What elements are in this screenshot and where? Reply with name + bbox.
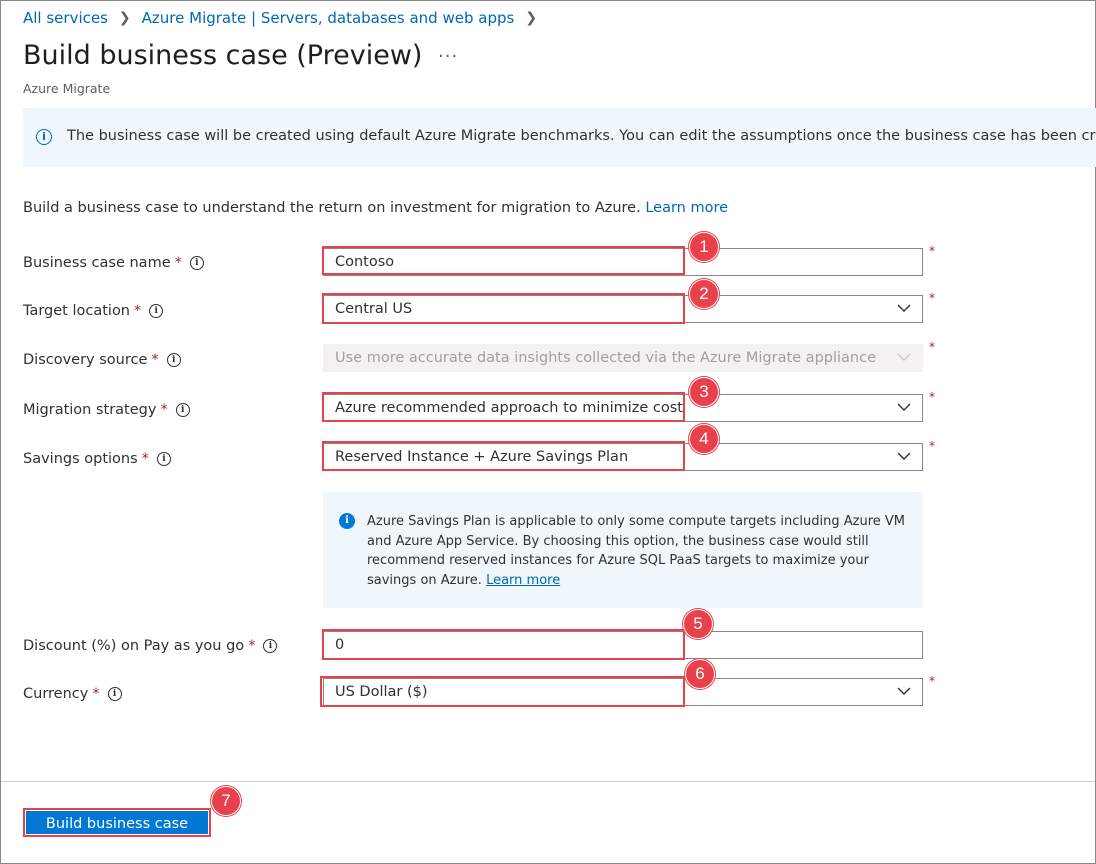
discovery-source-label: Discovery source * i bbox=[23, 352, 181, 368]
discount-input[interactable]: 0 bbox=[323, 631, 923, 659]
info-banner-text: The business case will be created using … bbox=[67, 128, 1096, 144]
required-mark: * bbox=[929, 390, 935, 404]
info-icon[interactable]: i bbox=[166, 353, 181, 367]
required-mark: * bbox=[929, 291, 935, 305]
savings-plan-info-text: Azure Savings Plan is applicable to only… bbox=[367, 512, 912, 590]
callout-badge: 2 bbox=[689, 279, 719, 309]
target-location-label: Target location * i bbox=[23, 303, 164, 319]
savings-options-label: Savings options * i bbox=[23, 451, 171, 467]
info-icon: i bbox=[36, 129, 52, 145]
input-value: Contoso bbox=[335, 254, 395, 270]
info-icon: i bbox=[339, 513, 355, 529]
required-mark: * bbox=[141, 451, 149, 467]
label-text: Business case name bbox=[23, 255, 171, 271]
more-options-button[interactable]: ··· bbox=[438, 46, 458, 67]
business-case-name-input[interactable]: Contoso bbox=[323, 248, 923, 276]
required-mark: * bbox=[134, 303, 142, 319]
label-text: Discovery source bbox=[23, 352, 148, 368]
info-icon[interactable]: i bbox=[156, 452, 171, 466]
required-mark: * bbox=[92, 686, 100, 702]
callout-badge: 3 bbox=[689, 377, 719, 407]
migration-strategy-dropdown[interactable]: Azure recommended approach to minimize c… bbox=[323, 394, 923, 422]
page-title: Build business case (Preview) bbox=[23, 40, 423, 71]
footer-divider bbox=[1, 781, 1095, 782]
label-text: Discount (%) on Pay as you go bbox=[23, 638, 245, 654]
discount-label: Discount (%) on Pay as you go * i bbox=[23, 638, 278, 654]
label-text: Currency bbox=[23, 686, 89, 702]
required-mark: * bbox=[929, 439, 935, 453]
dropdown-value: Central US bbox=[335, 301, 413, 317]
chevron-down-icon bbox=[897, 687, 911, 695]
info-icon[interactable]: i bbox=[175, 403, 190, 417]
breadcrumb: All services ❯ Azure Migrate | Servers, … bbox=[23, 9, 548, 27]
chevron-right-icon: ❯ bbox=[525, 10, 538, 26]
chevron-down-icon bbox=[897, 304, 911, 312]
migration-strategy-label: Migration strategy * i bbox=[23, 402, 190, 418]
chevron-down-icon bbox=[897, 452, 911, 460]
dropdown-value: US Dollar ($) bbox=[335, 684, 428, 700]
intro-learn-more-link[interactable]: Learn more bbox=[645, 200, 728, 216]
required-mark: * bbox=[248, 638, 256, 654]
callout-badge: 6 bbox=[685, 659, 715, 689]
label-text: Savings options bbox=[23, 451, 138, 467]
info-banner: i The business case will be created usin… bbox=[23, 108, 1096, 167]
callout-badge: 5 bbox=[683, 609, 713, 639]
required-mark: * bbox=[929, 340, 935, 354]
build-business-case-button[interactable]: Build business case bbox=[23, 808, 211, 837]
callout-badge: 1 bbox=[689, 232, 719, 262]
savings-plan-info-box: i Azure Savings Plan is applicable to on… bbox=[323, 492, 923, 608]
dropdown-value: Reserved Instance + Azure Savings Plan bbox=[335, 449, 629, 465]
info-icon[interactable]: i bbox=[107, 687, 122, 701]
breadcrumb-all-services[interactable]: All services bbox=[23, 9, 108, 27]
chevron-down-icon bbox=[897, 403, 911, 411]
breadcrumb-azure-migrate[interactable]: Azure Migrate | Servers, databases and w… bbox=[142, 9, 515, 27]
chevron-down-icon bbox=[897, 353, 911, 361]
info-icon[interactable]: i bbox=[149, 304, 164, 318]
dropdown-value: Use more accurate data insights collecte… bbox=[335, 350, 877, 366]
chevron-right-icon: ❯ bbox=[118, 10, 131, 26]
intro-description: Build a business case to understand the … bbox=[23, 200, 641, 216]
business-case-name-label: Business case name * i bbox=[23, 255, 204, 271]
discovery-source-dropdown: Use more accurate data insights collecte… bbox=[323, 344, 923, 372]
info-icon[interactable]: i bbox=[189, 256, 204, 270]
savings-options-dropdown[interactable]: Reserved Instance + Azure Savings Plan bbox=[323, 443, 923, 471]
currency-label: Currency * i bbox=[23, 686, 122, 702]
required-mark: * bbox=[174, 255, 182, 271]
callout-badge: 7 bbox=[211, 786, 241, 816]
page-subtitle: Azure Migrate bbox=[23, 81, 111, 96]
info-icon[interactable]: i bbox=[263, 639, 278, 653]
dropdown-value: Azure recommended approach to minimize c… bbox=[335, 400, 683, 416]
label-text: Migration strategy bbox=[23, 402, 157, 418]
savings-info-learn-more-link[interactable]: Learn more bbox=[486, 573, 560, 588]
label-text: Target location bbox=[23, 303, 131, 319]
required-mark: * bbox=[151, 352, 159, 368]
intro-text: Build a business case to understand the … bbox=[23, 200, 728, 216]
required-mark: * bbox=[929, 244, 935, 258]
currency-dropdown[interactable]: US Dollar ($) bbox=[323, 678, 923, 706]
required-mark: * bbox=[929, 674, 935, 688]
callout-badge: 4 bbox=[689, 424, 719, 454]
required-mark: * bbox=[160, 402, 168, 418]
savings-info-description: Azure Savings Plan is applicable to only… bbox=[367, 514, 906, 588]
target-location-dropdown[interactable]: Central US bbox=[323, 295, 923, 323]
input-value: 0 bbox=[335, 637, 345, 653]
